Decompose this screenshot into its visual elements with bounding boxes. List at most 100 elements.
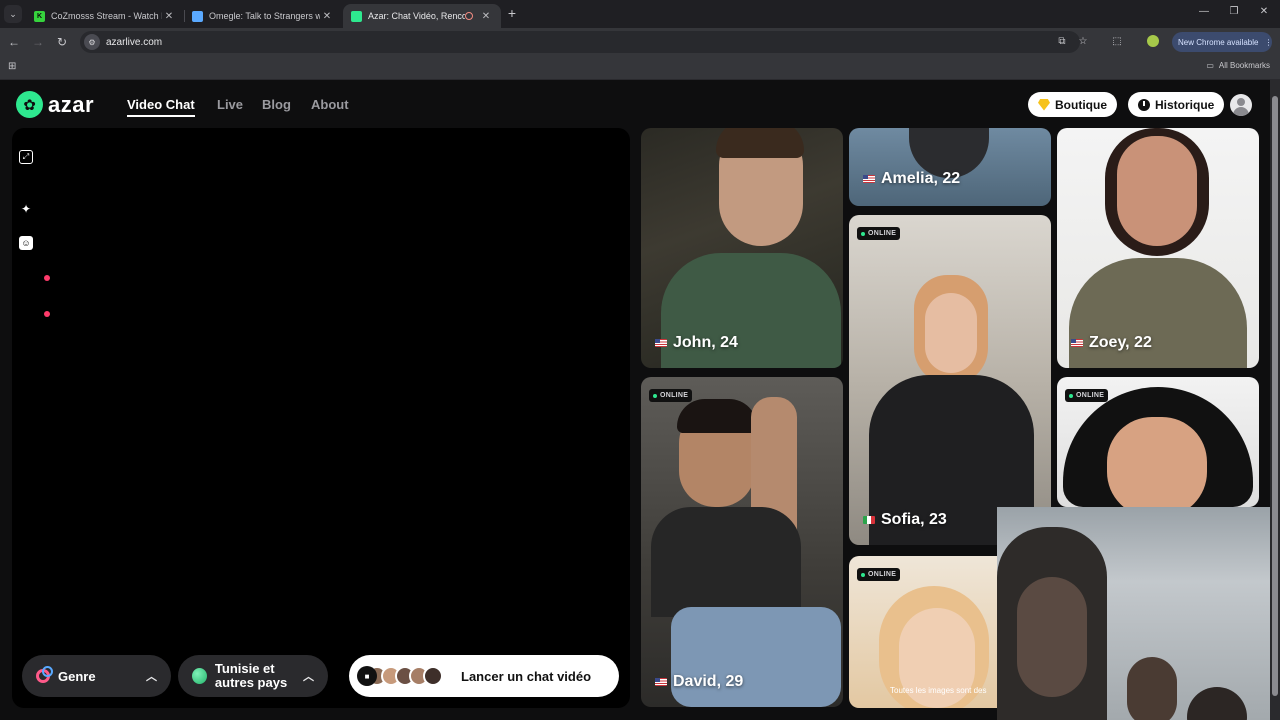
online-label: ONLINE <box>1076 392 1105 399</box>
sparkle-effects-icon[interactable]: ✦ <box>19 202 33 216</box>
profile-card-online-1[interactable]: ONLINE <box>1057 377 1259 507</box>
online-label: ONLINE <box>868 571 897 578</box>
nav-blog[interactable]: Blog <box>262 97 291 112</box>
historique-button[interactable]: Historique <box>1128 92 1225 117</box>
browser-tab-strip: ⌄ K CoZmosss Stream - Watch Live ✕ Omegl… <box>0 0 1280 28</box>
azar-logo-mark-icon: ✿ <box>16 91 43 118</box>
tab-title: Azar: Chat Vidéo, Rencontr <box>368 11 465 21</box>
boutique-button[interactable]: Boutique <box>1028 92 1117 117</box>
launch-label: Lancer un chat vidéo <box>461 668 592 684</box>
tab-omegle[interactable]: Omegle: Talk to Strangers with ✕ <box>184 4 342 28</box>
historique-label: Historique <box>1155 97 1215 112</box>
page-scrollbar[interactable] <box>1270 80 1280 720</box>
online-badge: ONLINE <box>857 568 901 581</box>
window-close-icon[interactable]: ✕ <box>1256 6 1272 20</box>
install-app-icon[interactable]: ⧉ <box>1055 35 1069 49</box>
azar-page: ✿ azar Video Chat Live Blog About Boutiq… <box>0 80 1280 720</box>
kick-favicon-icon: K <box>34 10 45 22</box>
extensions-icon[interactable]: ⬚ <box>1110 35 1124 49</box>
face-filter-icon[interactable]: ☺ <box>19 236 33 250</box>
online-badge: ONLINE <box>649 389 693 402</box>
profile-card-john[interactable]: John, 24 <box>641 128 843 368</box>
back-arrow-icon[interactable]: ← <box>6 34 22 50</box>
omegle-favicon-icon <box>192 10 203 22</box>
video-panel <box>12 128 630 708</box>
azar-favicon-icon <box>351 10 362 22</box>
new-chrome-label: New Chrome available <box>1178 37 1259 47</box>
us-flag-icon <box>1071 339 1083 347</box>
avatar-stack: ■ <box>357 666 443 686</box>
disclaimer-text: Toutes les images sont des <box>890 686 987 695</box>
notification-dot <box>44 311 50 317</box>
bookmark-star-icon[interactable]: ☆ <box>1076 35 1090 49</box>
profile-extension-icon[interactable] <box>1146 35 1160 49</box>
folder-icon: ▭ <box>1206 61 1214 70</box>
nav-video-chat[interactable]: Video Chat <box>127 97 195 117</box>
profile-card-amelia[interactable]: Amelia, 22 <box>849 128 1051 206</box>
genre-label: Genre <box>58 668 96 684</box>
online-badge: ONLINE <box>857 227 901 240</box>
maximize-icon[interactable]: ❐ <box>1226 6 1242 20</box>
us-flag-icon <box>655 678 667 686</box>
close-tab-icon[interactable]: ✕ <box>320 11 334 22</box>
expand-icon[interactable]: ⤢ <box>19 150 33 164</box>
user-avatar[interactable] <box>1230 94 1252 116</box>
profile-card-david[interactable]: ONLINE David, 29 <box>641 377 843 707</box>
profile-caption: Amelia, 22 <box>863 170 960 188</box>
online-badge: ONLINE <box>1065 389 1109 402</box>
gender-icon <box>36 666 53 683</box>
tab-title: Omegle: Talk to Strangers with <box>209 11 320 21</box>
all-bookmarks-button[interactable]: ▭ All Bookmarks <box>1206 61 1270 70</box>
profile-card-sofia[interactable]: ONLINE Sofia, 23 <box>849 215 1051 545</box>
gem-icon <box>1038 98 1050 111</box>
tab-cozmosss[interactable]: K CoZmosss Stream - Watch Live ✕ <box>26 4 184 28</box>
address-bar[interactable]: ⚙ azarlive.com <box>80 31 1080 53</box>
tab-search-dropdown[interactable]: ⌄ <box>4 5 22 23</box>
scrollbar-thumb[interactable] <box>1272 96 1278 696</box>
webcam-preview <box>997 507 1280 720</box>
clock-icon <box>1138 98 1150 111</box>
tab-azar[interactable]: Azar: Chat Vidéo, Rencontr ✕ <box>343 4 501 28</box>
bookmarks-bar: ⊞ ▭ All Bookmarks <box>0 56 1280 80</box>
close-tab-icon[interactable]: ✕ <box>479 11 493 22</box>
azar-logo[interactable]: ✿ azar <box>16 91 94 118</box>
chevron-up-icon: ︿ <box>303 671 314 683</box>
close-tab-icon[interactable]: ✕ <box>162 11 176 22</box>
nav-live[interactable]: Live <box>217 97 243 112</box>
profile-caption: David, 29 <box>655 673 743 691</box>
genre-filter-button[interactable]: Genre ︿ <box>22 655 171 697</box>
us-flag-icon <box>863 175 875 183</box>
apps-grid-icon[interactable]: ⊞ <box>8 61 20 73</box>
profile-caption: Zoey, 22 <box>1071 334 1152 352</box>
profile-caption: John, 24 <box>655 334 738 352</box>
url-text: azarlive.com <box>106 36 163 48</box>
profile-name: Zoey, 22 <box>1089 334 1152 351</box>
online-label: ONLINE <box>868 230 897 237</box>
chevron-up-icon: ︿ <box>146 671 157 683</box>
launch-video-chat-button[interactable]: ■ Lancer un chat vidéo <box>349 655 619 697</box>
forward-arrow-icon[interactable]: → <box>30 34 46 50</box>
it-flag-icon <box>863 516 875 524</box>
boutique-label: Boutique <box>1055 97 1107 112</box>
profile-name: Sofia, 23 <box>881 511 947 528</box>
us-flag-icon <box>655 339 667 347</box>
site-info-icon[interactable]: ⚙ <box>84 34 100 50</box>
more-menu-icon: ⋮ <box>1264 37 1273 47</box>
profile-name: David, 29 <box>673 673 744 690</box>
browser-toolbar: ← → ↻ ⚙ azarlive.com ⧉ ☆ ⬚ New Chrome av… <box>0 28 1280 56</box>
all-bookmarks-label: All Bookmarks <box>1218 61 1270 70</box>
country-filter-button[interactable]: Tunisie et autres pays ︿ <box>178 655 328 697</box>
reload-icon[interactable]: ↻ <box>54 34 70 50</box>
profile-name: Amelia, 22 <box>881 170 961 187</box>
new-tab-plus-icon[interactable]: + <box>505 6 519 20</box>
profile-caption: Sofia, 23 <box>863 511 947 529</box>
minimize-icon[interactable]: — <box>1196 6 1212 20</box>
new-chrome-available-button[interactable]: New Chrome available ⋮ <box>1172 32 1272 52</box>
tab-title: CoZmosss Stream - Watch Live <box>51 11 162 21</box>
profile-name: John, 24 <box>673 334 738 351</box>
online-label: ONLINE <box>660 392 689 399</box>
globe-icon <box>192 668 207 684</box>
profile-card-zoey[interactable]: Zoey, 22 <box>1057 128 1259 368</box>
video-camera-icon: ■ <box>357 666 377 686</box>
nav-about[interactable]: About <box>311 97 349 112</box>
